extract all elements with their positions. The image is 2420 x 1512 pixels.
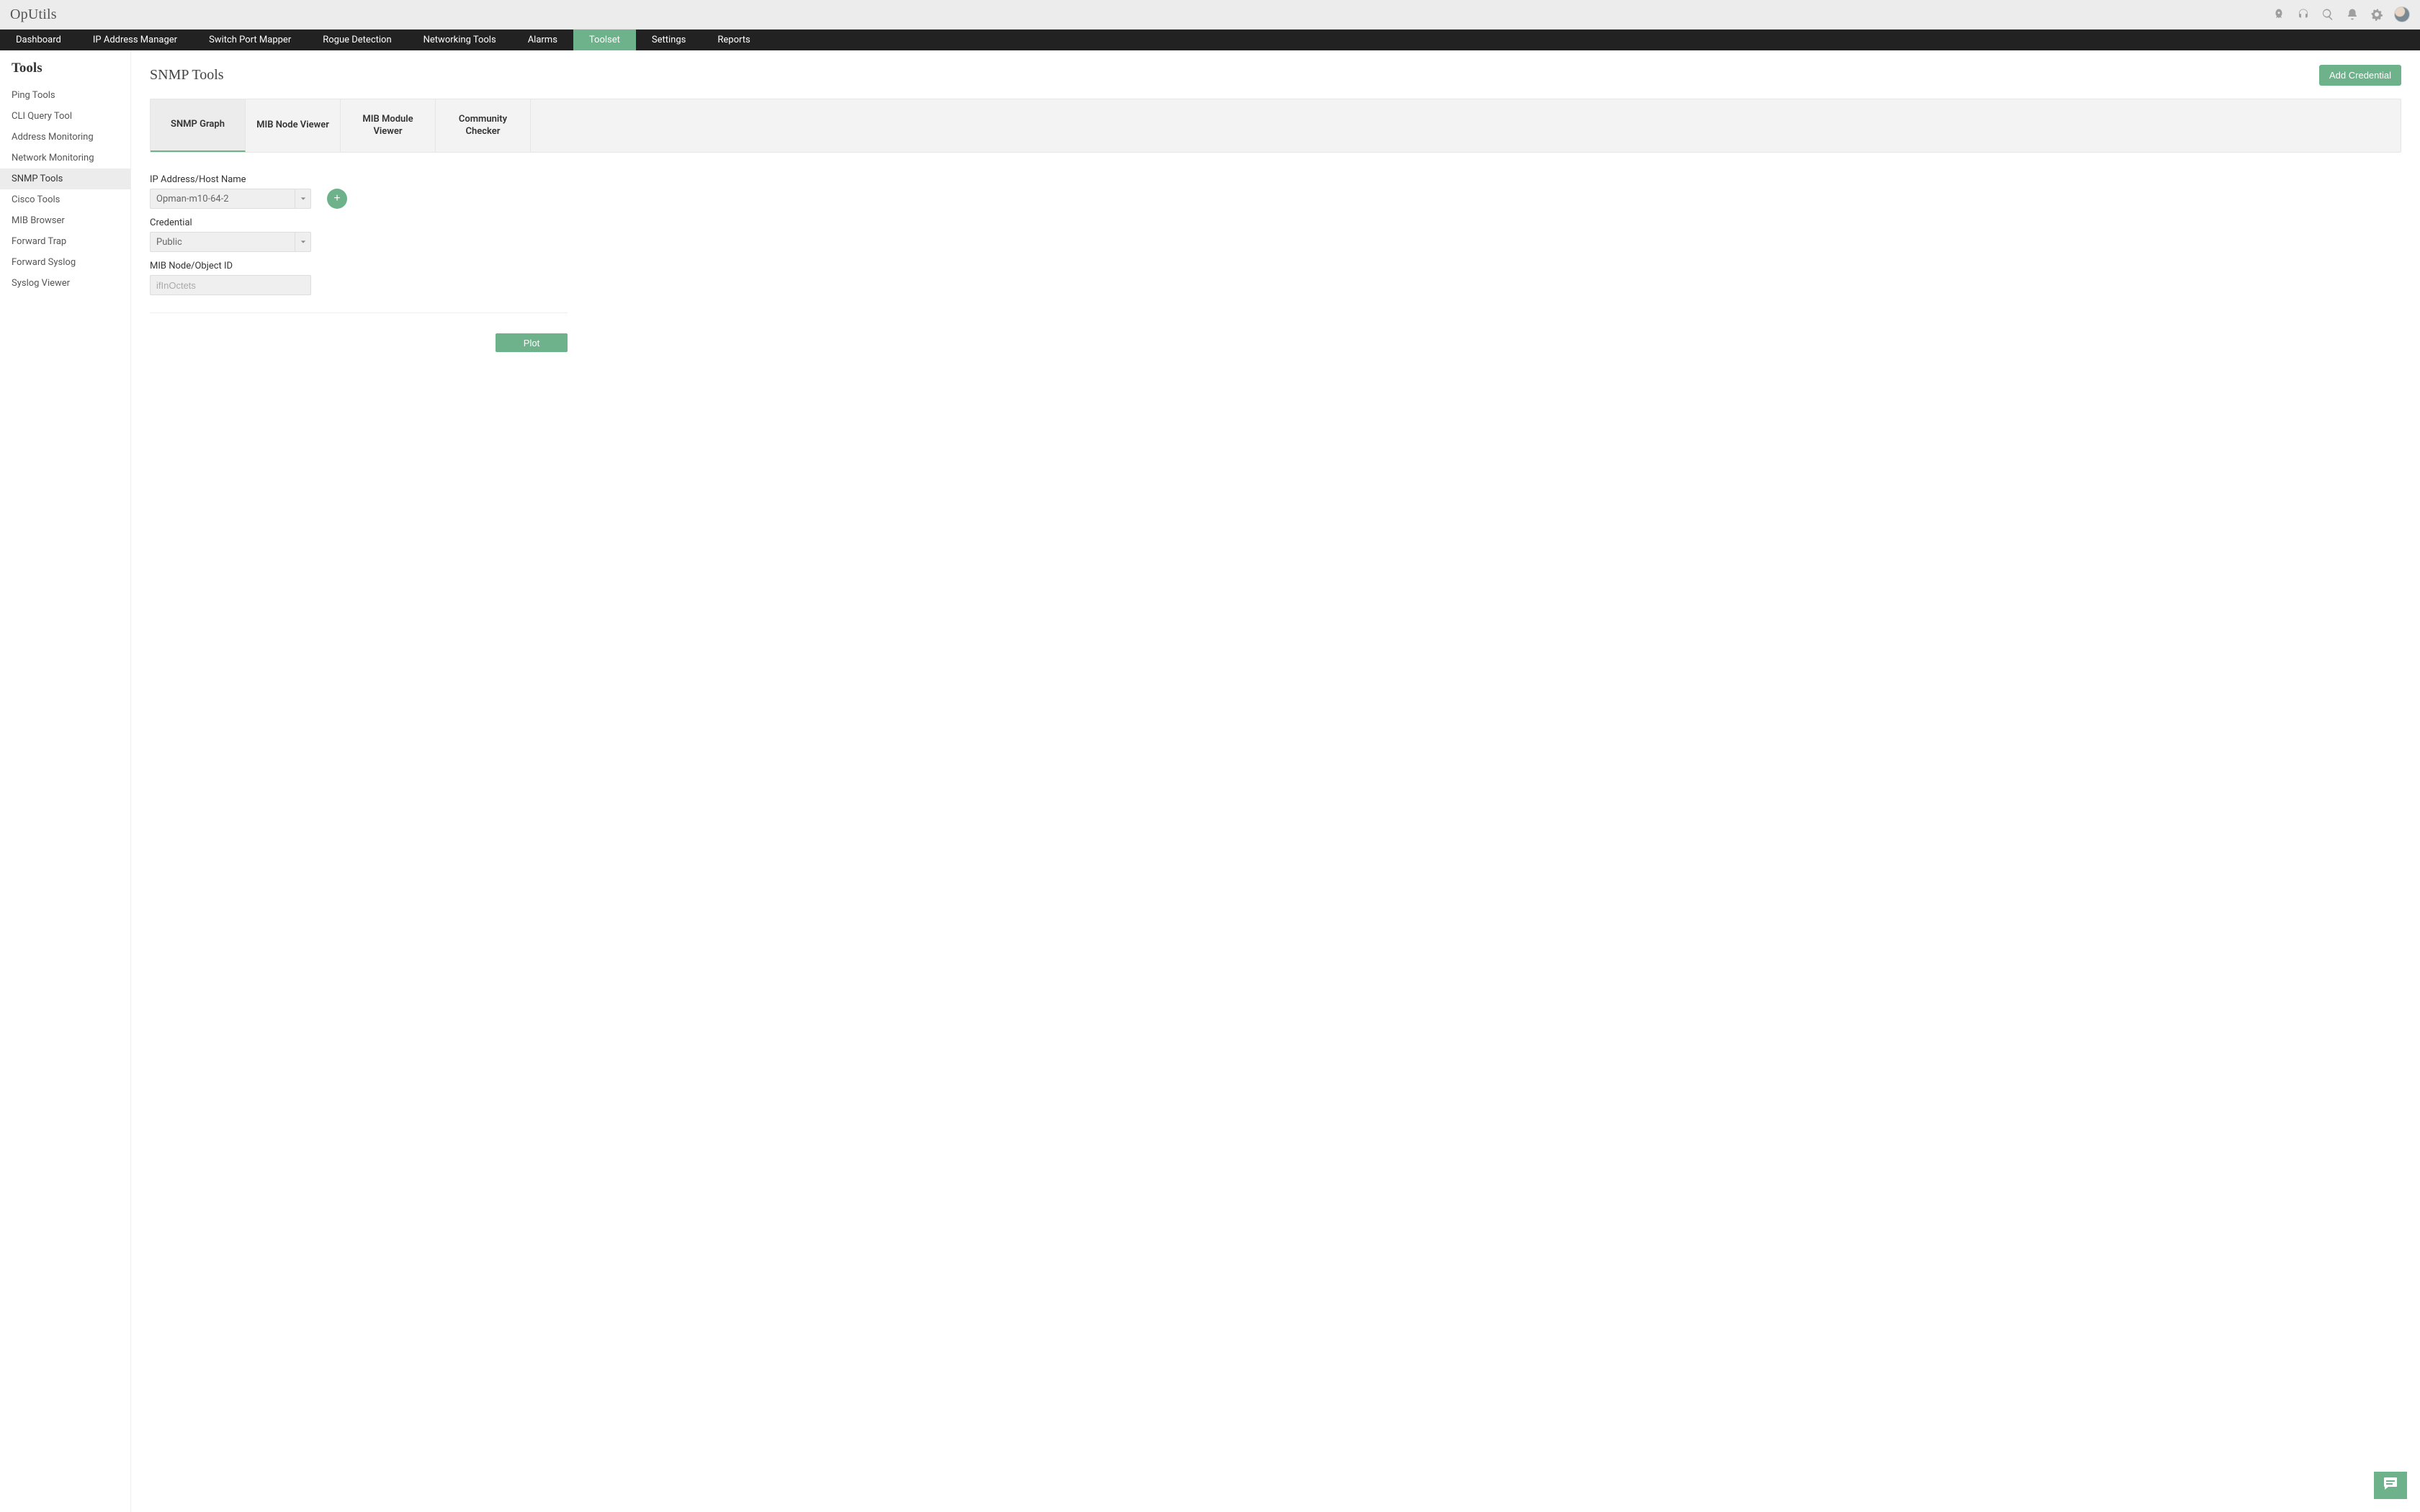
avatar[interactable] <box>2394 6 2410 22</box>
tab-community-checker[interactable]: Community Checker <box>436 99 531 152</box>
page-head: SNMP Tools Add Credential <box>150 65 2401 86</box>
sidebar-item-network-monitoring[interactable]: Network Monitoring <box>0 148 130 168</box>
chevron-down-icon <box>295 189 310 208</box>
chat-fab[interactable] <box>2374 1472 2407 1499</box>
nav-networking-tools[interactable]: Networking Tools <box>408 30 512 50</box>
body: Tools Ping Tools CLI Query Tool Address … <box>0 50 2420 1512</box>
nav-toolset[interactable]: Toolset <box>573 30 636 50</box>
nav-switch-port-mapper[interactable]: Switch Port Mapper <box>193 30 307 50</box>
sidebar-item-snmp-tools[interactable]: SNMP Tools <box>0 168 130 189</box>
sidebar-item-cisco-tools[interactable]: Cisco Tools <box>0 189 130 210</box>
mib-label: MIB Node/Object ID <box>150 261 568 271</box>
form-group-mib: MIB Node/Object ID <box>150 261 568 295</box>
sidebar-item-ping-tools[interactable]: Ping Tools <box>0 85 130 106</box>
main-content: SNMP Tools Add Credential SNMP Graph MIB… <box>131 50 2420 1512</box>
tab-strip: SNMP Graph MIB Node Viewer MIB Module Vi… <box>150 99 2401 153</box>
chevron-down-icon <box>295 233 310 251</box>
credential-label: Credential <box>150 217 568 228</box>
bell-icon[interactable] <box>2345 7 2360 22</box>
sidebar-item-syslog-viewer[interactable]: Syslog Viewer <box>0 273 130 294</box>
mib-input-wrap <box>150 275 311 295</box>
chat-icon <box>2382 1475 2399 1495</box>
topbar-icons <box>2272 6 2410 22</box>
tab-mib-node-viewer[interactable]: MIB Node Viewer <box>246 99 341 152</box>
topbar: OpUtils <box>0 0 2420 30</box>
plot-button-wrap: Plot <box>150 333 568 352</box>
nav-reports[interactable]: Reports <box>702 30 766 50</box>
tab-snmp-graph[interactable]: SNMP Graph <box>151 99 246 152</box>
sidebar-item-forward-trap[interactable]: Forward Trap <box>0 231 130 252</box>
search-icon[interactable] <box>2321 7 2335 22</box>
nav-dashboard[interactable]: Dashboard <box>0 30 77 50</box>
nav-ip-address-manager[interactable]: IP Address Manager <box>77 30 193 50</box>
nav-settings[interactable]: Settings <box>636 30 702 50</box>
rocket-icon[interactable] <box>2272 7 2286 22</box>
headset-icon[interactable] <box>2296 7 2311 22</box>
sidebar-title: Tools <box>0 60 130 85</box>
tab-mib-module-viewer[interactable]: MIB Module Viewer <box>341 99 436 152</box>
main-nav: Dashboard IP Address Manager Switch Port… <box>0 30 2420 50</box>
divider <box>150 312 568 313</box>
sidebar-item-forward-syslog[interactable]: Forward Syslog <box>0 252 130 273</box>
credential-select[interactable]: Public <box>150 232 311 252</box>
plot-button[interactable]: Plot <box>496 333 568 352</box>
gear-icon[interactable] <box>2370 7 2384 22</box>
ip-label: IP Address/Host Name <box>150 174 568 185</box>
brand: OpUtils <box>10 6 57 23</box>
ip-select-value: Opman-m10-64-2 <box>156 194 229 204</box>
form: IP Address/Host Name Opman-m10-64-2 + Cr… <box>150 174 568 352</box>
ip-select[interactable]: Opman-m10-64-2 <box>150 189 311 209</box>
sidebar: Tools Ping Tools CLI Query Tool Address … <box>0 50 131 1512</box>
sidebar-item-cli-query-tool[interactable]: CLI Query Tool <box>0 106 130 127</box>
nav-alarms[interactable]: Alarms <box>512 30 573 50</box>
mib-input[interactable] <box>156 280 305 291</box>
credential-select-value: Public <box>156 237 182 248</box>
sidebar-item-mib-browser[interactable]: MIB Browser <box>0 210 130 231</box>
sidebar-item-address-monitoring[interactable]: Address Monitoring <box>0 127 130 148</box>
add-host-button[interactable]: + <box>327 189 347 209</box>
form-group-credential: Credential Public <box>150 217 568 252</box>
nav-rogue-detection[interactable]: Rogue Detection <box>307 30 407 50</box>
page-title: SNMP Tools <box>150 67 224 84</box>
add-credential-button[interactable]: Add Credential <box>2319 65 2401 86</box>
form-group-ip: IP Address/Host Name Opman-m10-64-2 + <box>150 174 568 209</box>
